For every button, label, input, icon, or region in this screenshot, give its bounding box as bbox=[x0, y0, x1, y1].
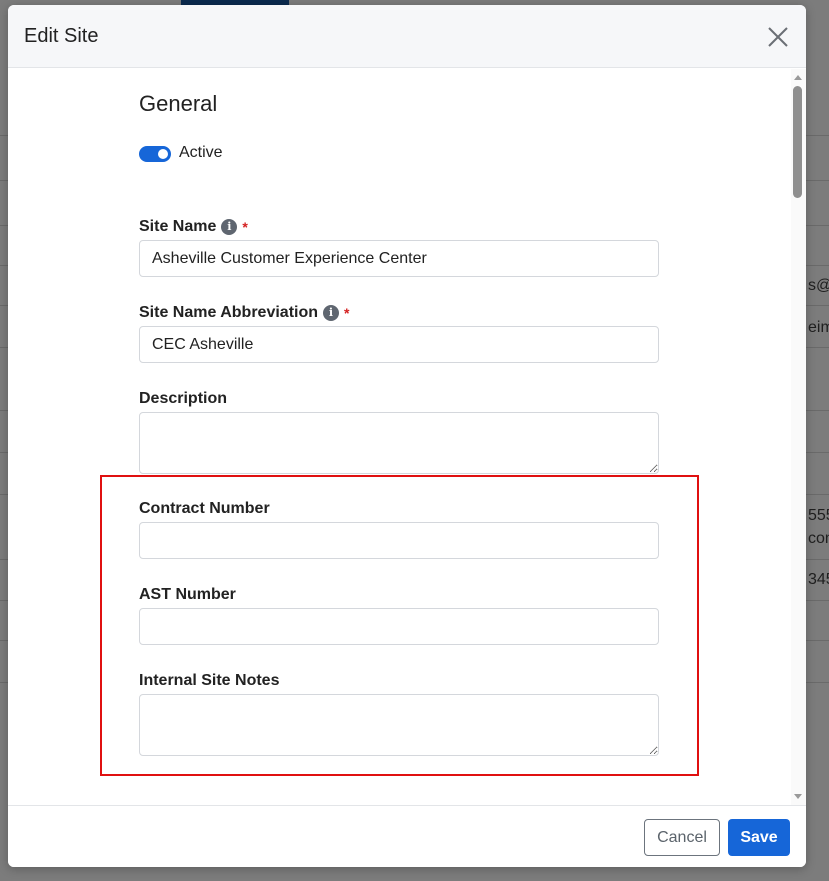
description-label: Description bbox=[139, 390, 227, 408]
close-icon bbox=[768, 27, 788, 47]
required-indicator: * bbox=[242, 219, 248, 235]
scroll-thumb[interactable] bbox=[793, 86, 802, 198]
site-name-abbreviation-input[interactable] bbox=[139, 326, 659, 363]
active-toggle[interactable] bbox=[139, 146, 171, 162]
scroll-down-arrow-icon[interactable] bbox=[794, 794, 802, 799]
description-label-text: Description bbox=[139, 390, 228, 407]
background-cell-text: 345 bbox=[808, 571, 829, 588]
section-title-general: General bbox=[139, 91, 218, 116]
site-name-label: Site Name i * bbox=[139, 218, 248, 236]
required-indicator: * bbox=[344, 305, 350, 321]
save-button[interactable]: Save bbox=[728, 819, 790, 856]
contract-number-label: Contract Number bbox=[139, 500, 270, 518]
site-name-abbreviation-label: Site Name Abbreviation i * bbox=[139, 304, 349, 322]
modal-title: Edit Site bbox=[24, 25, 99, 47]
contract-number-label-text: Contract Number bbox=[139, 500, 270, 517]
site-name-label-text: Site Name bbox=[139, 218, 217, 235]
ast-number-label: AST Number bbox=[139, 586, 236, 604]
ast-number-label-text: AST Number bbox=[139, 586, 236, 603]
background-cell-text: eim@ bbox=[808, 319, 829, 336]
internal-site-notes-label-text: Internal Site Notes bbox=[139, 672, 280, 689]
info-icon[interactable]: i bbox=[221, 219, 238, 235]
site-name-abbreviation-label-text: Site Name Abbreviation bbox=[139, 304, 319, 321]
description-textarea[interactable] bbox=[139, 412, 659, 474]
background-cell-text: 555- bbox=[808, 507, 829, 524]
info-icon[interactable]: i bbox=[323, 305, 340, 321]
site-name-input[interactable] bbox=[139, 240, 659, 277]
edit-site-modal: Edit Site General Active Site Name i * S… bbox=[8, 5, 806, 867]
scroll-up-arrow-icon[interactable] bbox=[794, 75, 802, 80]
modal-scrollbar[interactable] bbox=[791, 69, 806, 805]
modal-footer: Cancel Save bbox=[8, 805, 806, 867]
toggle-knob bbox=[158, 149, 168, 159]
modal-header: Edit Site bbox=[8, 5, 806, 68]
modal-body: General Active Site Name i * Site Name A… bbox=[8, 69, 806, 805]
internal-site-notes-label: Internal Site Notes bbox=[139, 672, 279, 690]
contract-number-input[interactable] bbox=[139, 522, 659, 559]
background-cell-text: com bbox=[808, 530, 829, 547]
background-cell-text: s@b bbox=[808, 277, 829, 294]
internal-site-notes-textarea[interactable] bbox=[139, 694, 659, 756]
ast-number-input[interactable] bbox=[139, 608, 659, 645]
active-toggle-label: Active bbox=[179, 144, 223, 161]
close-button[interactable] bbox=[765, 24, 791, 50]
cancel-button[interactable]: Cancel bbox=[644, 819, 720, 856]
